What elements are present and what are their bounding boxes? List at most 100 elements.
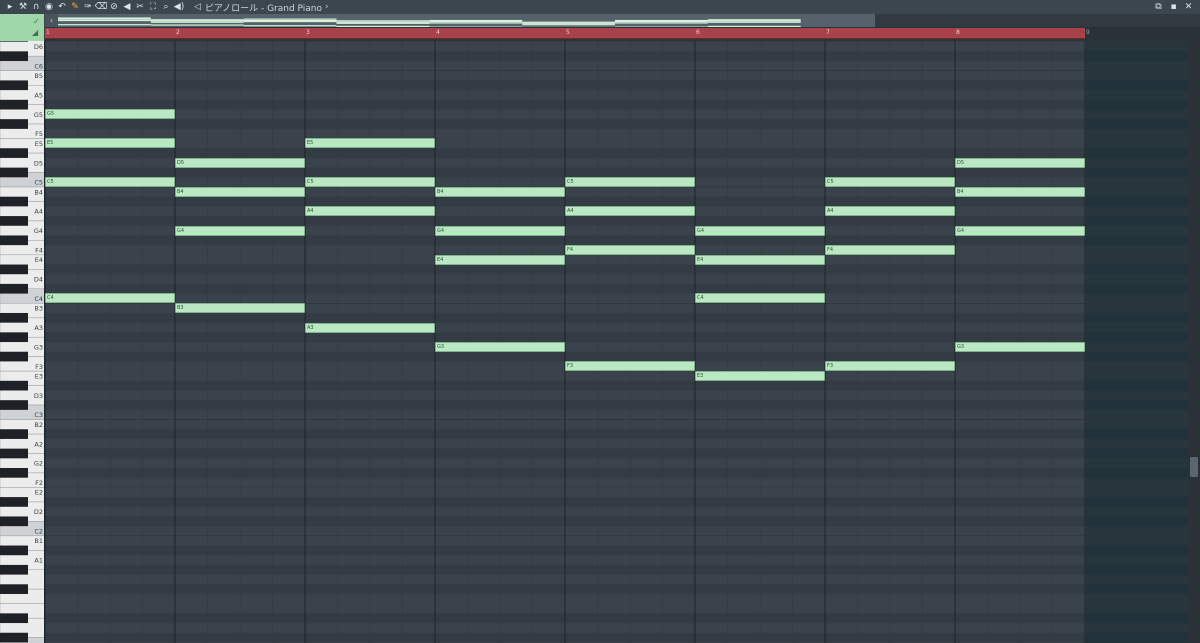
black-key[interactable] — [0, 235, 28, 246]
black-key[interactable] — [0, 51, 28, 62]
wrench-icon[interactable]: ⚒ — [17, 1, 29, 13]
note-grid[interactable]: G5 E5 C5 C4 D5 B4 G4 B3 E5 C5 A4 A3 B4 G4 E4 G3 C5 A4 F4 F3… — [45, 41, 1085, 643]
black-key[interactable] — [0, 41, 28, 42]
delete-icon[interactable]: ⊘ — [108, 1, 120, 13]
black-key[interactable] — [0, 400, 28, 410]
black-key[interactable] — [0, 351, 28, 362]
note-f4[interactable]: F4 — [565, 244, 695, 255]
playback-speaker-icon[interactable]: ◀) — [173, 1, 185, 13]
note-g4[interactable]: G4 — [695, 225, 825, 236]
note-e4[interactable]: E4 — [435, 254, 565, 265]
note-g4[interactable]: G4 — [955, 225, 1085, 236]
zoom-icon[interactable]: ⌕ — [160, 1, 172, 13]
note-a3[interactable]: A3 — [305, 322, 435, 333]
beyond-end-row — [1085, 99, 1188, 110]
note-f3[interactable]: F3 — [565, 361, 695, 372]
note-g4[interactable]: G4 — [175, 225, 305, 236]
pattern-overview[interactable]: ‹ — [45, 14, 875, 27]
vertical-scrollbar[interactable] — [1188, 41, 1200, 643]
black-key[interactable] — [0, 312, 28, 323]
note-a4[interactable]: A4 — [305, 206, 435, 217]
restore-button[interactable]: ⧉ — [1153, 2, 1164, 13]
black-key[interactable] — [0, 148, 28, 158]
note-tool-corner[interactable]: ✓ ◢ — [0, 14, 45, 41]
note-f4[interactable]: F4 — [825, 244, 955, 255]
note-a4[interactable]: A4 — [825, 206, 955, 217]
note-e5[interactable]: E5 — [45, 138, 175, 149]
black-key[interactable] — [0, 167, 28, 178]
black-key[interactable] — [0, 468, 28, 478]
close-button[interactable]: ✕ — [1183, 2, 1194, 13]
note-c5[interactable]: C5 — [45, 177, 175, 188]
note-c5[interactable]: C5 — [565, 177, 695, 188]
keyboard-keys[interactable]: D6 C6 B5 A5 G5 F5 E5 D5 C5B4 A4 G4 F4 E4 D4 C4 B3 A3 G3 F3… — [0, 41, 45, 643]
piano-keyboard[interactable]: D6 C6 B5 A5 G5 F5 E5 D5 C5 B4 A4 G4 F4 E4 D4 C4 B3 A3 G3 F3… — [0, 41, 45, 643]
note-e3[interactable]: E3 — [695, 370, 825, 381]
black-key[interactable] — [0, 448, 28, 459]
overview-note — [615, 19, 708, 22]
note-c4[interactable]: C4 — [45, 293, 175, 304]
note-e5[interactable]: E5 — [305, 138, 435, 149]
note-b4[interactable]: B4 — [175, 186, 305, 197]
brush-icon[interactable]: ✑ — [82, 1, 94, 13]
black-key[interactable] — [0, 545, 28, 556]
scroll-left-button[interactable]: ‹ — [45, 14, 58, 27]
pencil-icon[interactable]: ✎ — [69, 1, 81, 13]
select-icon[interactable]: ⛶ — [147, 1, 159, 13]
timeline-ruler[interactable]: 1 2 3 4 5 6 7 8 — [45, 28, 1085, 39]
minimize-button[interactable]: ▪ — [1168, 2, 1179, 13]
black-key[interactable] — [0, 196, 28, 207]
mute-icon[interactable]: ◀ — [121, 1, 133, 13]
vertical-scrollbar-thumb[interactable] — [1190, 457, 1198, 477]
note-b3[interactable]: B3 — [175, 303, 305, 314]
beyond-end-row — [1085, 390, 1188, 401]
slice-icon[interactable]: ✂ — [134, 1, 146, 13]
eraser-icon[interactable]: ⌫ — [95, 1, 108, 13]
note-d5[interactable]: D5 — [175, 157, 305, 168]
black-key[interactable] — [0, 119, 28, 129]
note-b4[interactable]: B4 — [435, 186, 565, 197]
black-key[interactable] — [0, 216, 28, 226]
note-f3[interactable]: F3 — [825, 361, 955, 372]
ruler-bar-number: 2 — [176, 29, 180, 36]
magnet-icon[interactable]: ∩ — [30, 1, 42, 13]
black-key[interactable] — [0, 429, 28, 439]
black-key[interactable] — [0, 516, 28, 527]
black-key[interactable] — [0, 632, 28, 643]
note-c5[interactable]: C5 — [825, 177, 955, 188]
black-key[interactable] — [0, 497, 28, 507]
overview-note — [429, 20, 523, 23]
note-g4[interactable]: G4 — [435, 225, 565, 236]
black-key[interactable] — [0, 80, 28, 91]
black-key[interactable] — [0, 264, 28, 275]
black-key[interactable] — [0, 380, 28, 391]
options-arrow-icon[interactable]: ▸ — [4, 1, 16, 13]
key-label: B4 — [34, 188, 43, 196]
beyond-end-row — [1085, 138, 1188, 149]
beyond-end-row — [1085, 80, 1188, 91]
black-key[interactable] — [0, 613, 28, 624]
black-key[interactable] — [0, 99, 28, 110]
ruler-empty-area: 9 — [1085, 28, 1200, 39]
undo-icon[interactable]: ↶ — [56, 1, 68, 13]
note-a4[interactable]: A4 — [565, 206, 695, 217]
note-c5[interactable]: C5 — [305, 177, 435, 188]
note-g5[interactable]: G5 — [45, 109, 175, 120]
overview-note — [336, 25, 430, 27]
black-key[interactable] — [0, 564, 28, 575]
overview-note — [429, 22, 523, 24]
key-label: G5 — [34, 111, 43, 119]
note-g3[interactable]: G3 — [955, 341, 1085, 352]
note-d5[interactable]: D5 — [955, 157, 1085, 168]
record-icon[interactable]: ◉ — [43, 1, 55, 13]
black-key[interactable] — [0, 283, 28, 294]
key-label: D2 — [34, 508, 43, 516]
black-key[interactable] — [0, 584, 28, 594]
note-c4[interactable]: C4 — [695, 293, 825, 304]
note-g3[interactable]: G3 — [435, 341, 565, 352]
note-b4[interactable]: B4 — [955, 186, 1085, 197]
beyond-end-row — [1085, 167, 1188, 178]
note-e4[interactable]: E4 — [695, 254, 825, 265]
window-title[interactable]: ◁ ピアノロール - Grand Piano › — [194, 1, 329, 14]
black-key[interactable] — [0, 332, 28, 343]
